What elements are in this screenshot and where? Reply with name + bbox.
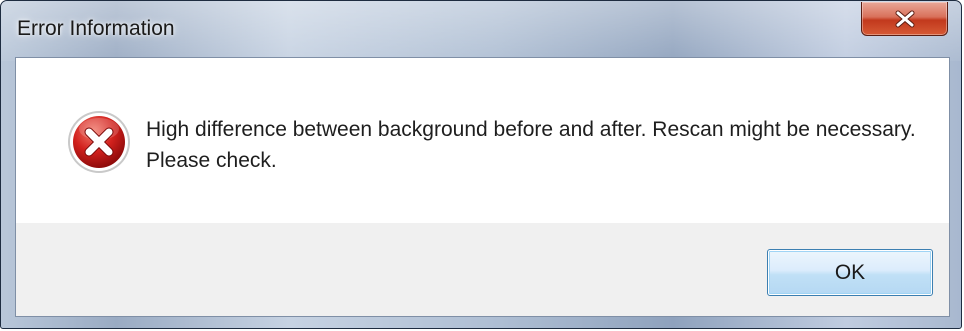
dialog-body: High difference between background befor… [15,57,950,317]
error-icon [68,111,130,173]
dialog-window: Error Information High difference betwee… [0,0,962,329]
title-bar[interactable]: Error Information [1,1,961,57]
error-message: High difference between background befor… [146,118,916,172]
window-title: Error Information [17,17,175,40]
message-area: High difference between background befor… [16,58,949,223]
close-button[interactable] [861,2,948,36]
button-bar: OK [16,223,949,316]
ok-button[interactable]: OK [767,249,933,296]
close-x-icon [895,10,914,27]
